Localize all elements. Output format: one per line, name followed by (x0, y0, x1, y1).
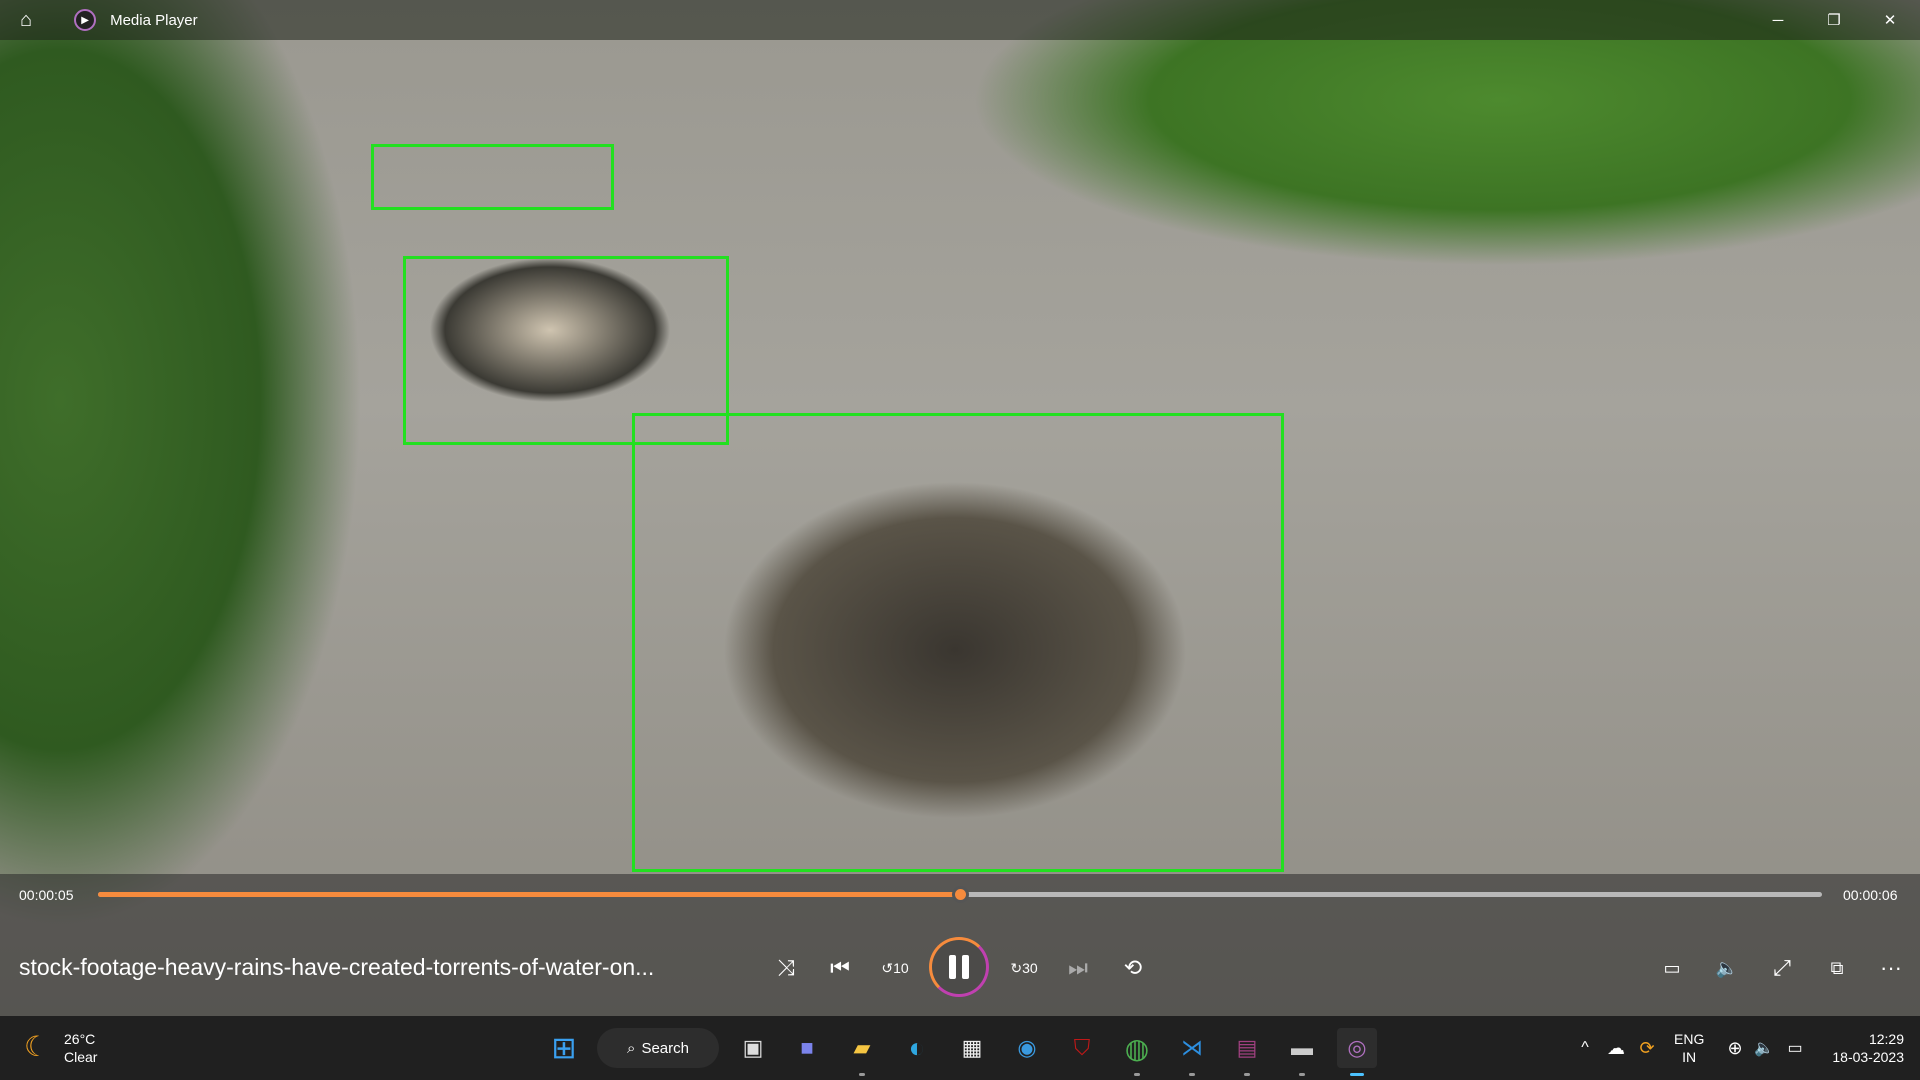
close-button[interactable]: ✕ (1862, 0, 1918, 40)
clock[interactable]: 12:29 18-03-2023 (1820, 1030, 1904, 1066)
playback-controls: 00:00:05 00:00:06 stock-footage-heavy-ra… (0, 874, 1920, 1016)
weather-temp[interactable]: 26°C (64, 1030, 97, 1048)
restore-button[interactable]: ❐ (1806, 0, 1862, 40)
taskbar: ☾ 26°C Clear ⊞ ⌕ Search ▣ ■ ▰ ◐ ▦ ◉ ⛉ ◍ ⋊… (0, 1016, 1920, 1080)
running-indicator (859, 1073, 865, 1076)
language-indicator[interactable]: ENG IN (1674, 1030, 1704, 1066)
subtitles-icon[interactable]: ▭ (1654, 952, 1690, 984)
language-code: ENG (1674, 1031, 1705, 1047)
file-explorer-icon[interactable]: ▰ (842, 1028, 882, 1076)
detection-box (632, 413, 1284, 872)
next-icon[interactable]: ⏭ (1060, 952, 1096, 984)
seek-bar-fill (98, 892, 960, 897)
clock-date: 18-03-2023 (1832, 1049, 1904, 1065)
battery-icon[interactable]: ▭ (1775, 1028, 1815, 1068)
fullscreen-icon[interactable]: ⤢ (1764, 952, 1800, 984)
detection-box (371, 144, 614, 210)
store-icon[interactable]: ▦ (952, 1028, 992, 1068)
teams-icon[interactable]: ■ (787, 1028, 827, 1068)
seek-thumb[interactable] (952, 886, 969, 903)
seek-bar[interactable] (98, 886, 1822, 903)
rewind-label: 10 (893, 960, 909, 976)
pause-icon-bar (962, 955, 969, 979)
total-time: 00:00:06 (1843, 887, 1898, 903)
home-icon[interactable]: ⌂ (20, 9, 32, 32)
running-indicator (1244, 1073, 1250, 1076)
app-icon[interactable]: ◉ (1007, 1028, 1047, 1068)
volume-icon[interactable]: 🔈 (1709, 952, 1745, 984)
title-bar: ⌂ ▶ Media Player ─ ❐ ✕ (0, 0, 1920, 40)
running-indicator (1189, 1073, 1195, 1076)
mini-player-icon[interactable]: ⧉ (1819, 952, 1855, 984)
media-player-logo-icon: ▶ (74, 9, 97, 31)
task-view-icon[interactable]: ▣ (733, 1028, 773, 1068)
running-indicator (1134, 1073, 1140, 1076)
search-icon: ⌕ (627, 1039, 636, 1057)
running-indicator (1299, 1073, 1305, 1076)
vscode-icon[interactable]: ⋊ (1172, 1028, 1212, 1076)
start-icon[interactable]: ⊞ (544, 1028, 584, 1068)
file-title: stock-footage-heavy-rains-have-created-t… (19, 954, 655, 980)
minimize-button[interactable]: ─ (1750, 0, 1806, 40)
weather-condition[interactable]: Clear (64, 1048, 97, 1066)
sync-icon[interactable]: ⟳ (1627, 1028, 1667, 1068)
search-button[interactable]: ⌕ Search (597, 1028, 719, 1068)
region-code: IN (1682, 1049, 1697, 1065)
mcafee-icon[interactable]: ⛉ (1062, 1028, 1102, 1068)
forward-30-icon[interactable]: ↻ 30 (1006, 952, 1042, 984)
pause-icon (949, 955, 956, 979)
more-icon[interactable]: ··· (1873, 952, 1909, 984)
shuffle-icon[interactable]: ⤨ (768, 952, 804, 984)
current-time: 00:00:05 (19, 887, 74, 903)
repeat-off-icon[interactable]: ⟲ (1115, 952, 1151, 984)
forward-label: 30 (1022, 960, 1038, 976)
app-title: Media Player (110, 11, 198, 29)
search-label: Search (641, 1039, 689, 1057)
rewind-10-icon[interactable]: ↺ 10 (877, 952, 913, 984)
weather-moon-icon: ☾ (24, 1031, 50, 1062)
terminal-icon[interactable]: ▬ (1282, 1028, 1322, 1076)
active-indicator (1350, 1073, 1364, 1076)
video-frame[interactable] (0, 0, 1920, 1016)
clock-time: 12:29 (1868, 1031, 1904, 1047)
edge-icon[interactable]: ◐ (897, 1028, 937, 1068)
previous-icon[interactable]: ⏮ (822, 952, 858, 984)
winrar-icon[interactable]: ▤ (1227, 1028, 1267, 1076)
chrome-icon[interactable]: ◍ (1117, 1028, 1157, 1076)
pause-button[interactable] (929, 937, 989, 997)
media-player-icon[interactable]: ◎ (1337, 1028, 1377, 1076)
